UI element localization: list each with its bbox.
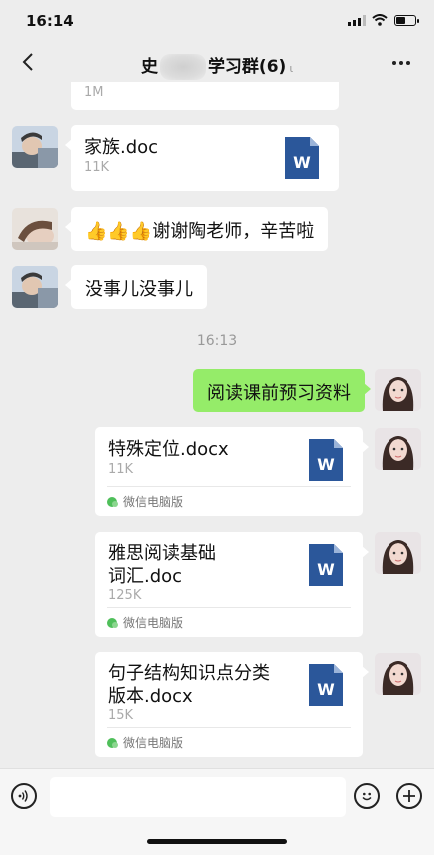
source-label: 微信电脑版 [123, 616, 184, 630]
more-button[interactable] [386, 50, 416, 76]
home-indicator [147, 839, 287, 844]
title-prefix: 史 [140, 57, 158, 77]
my-avatar[interactable] [375, 532, 421, 574]
message-text: 阅读课前预习资料 [207, 383, 351, 404]
file-message[interactable]: 家族.doc 11K W [65, 125, 339, 191]
file-size: 125K [108, 588, 142, 603]
chat-title[interactable]: 史 学习群(6) ⍳ [80, 52, 354, 80]
message-input[interactable] [50, 777, 346, 817]
word-file-icon: W [309, 664, 343, 706]
file-size: 1M [84, 85, 104, 100]
file-title: 特殊定位.docx [108, 439, 229, 460]
file-message[interactable]: 句子结构知识点分类 版本.docx 15K W 微信电脑版 [95, 652, 369, 757]
emoji-button[interactable] [354, 783, 380, 809]
wechat-pc-icon [107, 617, 118, 628]
file-size: 11K [84, 160, 110, 175]
emoji-icon [362, 792, 372, 801]
title-suffix: 学习群(6) [207, 57, 287, 77]
wechat-pc-icon [107, 496, 118, 507]
chevron-left-icon [22, 53, 33, 71]
file-message[interactable]: 雅思阅读基础 词汇.doc 125K W 微信电脑版 [95, 532, 369, 637]
my-avatar[interactable] [375, 653, 421, 695]
file-source: 微信电脑版 [107, 607, 351, 631]
ellipsis-icon [392, 61, 396, 65]
text-message[interactable]: 没事儿没事儿 [65, 265, 207, 309]
add-button[interactable] [396, 783, 422, 809]
message-text: 谢谢陶老师，辛苦啦 [152, 221, 315, 242]
wifi-icon [372, 14, 388, 26]
word-file-icon: W [285, 137, 319, 179]
file-size: 11K [108, 462, 134, 477]
plus-icon [403, 790, 415, 802]
file-title: 句子结构知识点分类 版本.docx [108, 663, 270, 707]
word-file-icon: W [309, 544, 343, 586]
signal-icon [348, 14, 366, 26]
avatar[interactable] [12, 266, 58, 308]
source-label: 微信电脑版 [123, 736, 184, 750]
status-time: 16:14 [26, 12, 74, 30]
avatar[interactable] [12, 126, 58, 168]
text-message[interactable]: 👍👍👍谢谢陶老师，辛苦啦 [64, 207, 329, 251]
redacted-area [159, 54, 206, 80]
file-message[interactable]: 特殊定位.docx 11K W 微信电脑版 [95, 427, 369, 516]
file-title: 家族.doc [84, 137, 159, 158]
avatar[interactable] [12, 208, 58, 250]
back-button[interactable] [14, 48, 42, 76]
my-avatar[interactable] [375, 369, 421, 411]
message-text: 没事儿没事儿 [85, 279, 193, 300]
my-avatar[interactable] [375, 428, 421, 470]
wechat-pc-icon [107, 737, 118, 748]
sent-text-message[interactable]: 阅读课前预习资料 [193, 369, 371, 412]
timestamp-label: 16:13 [196, 333, 238, 349]
source-label: 微信电脑版 [123, 495, 184, 509]
status-icons [348, 14, 419, 26]
file-message[interactable]: 1M [71, 82, 339, 110]
voice-button[interactable] [11, 783, 37, 809]
ear-icon: ⍳ [289, 62, 294, 75]
battery-icon [394, 14, 419, 26]
file-size: 15K [108, 708, 134, 723]
voice-icon [18, 790, 28, 802]
word-file-icon: W [309, 439, 343, 481]
thumbs-up-emoji: 👍👍👍 [85, 221, 153, 242]
file-source: 微信电脑版 [107, 727, 351, 751]
file-title: 雅思阅读基础 词汇.doc [108, 543, 216, 587]
file-source: 微信电脑版 [107, 486, 351, 510]
